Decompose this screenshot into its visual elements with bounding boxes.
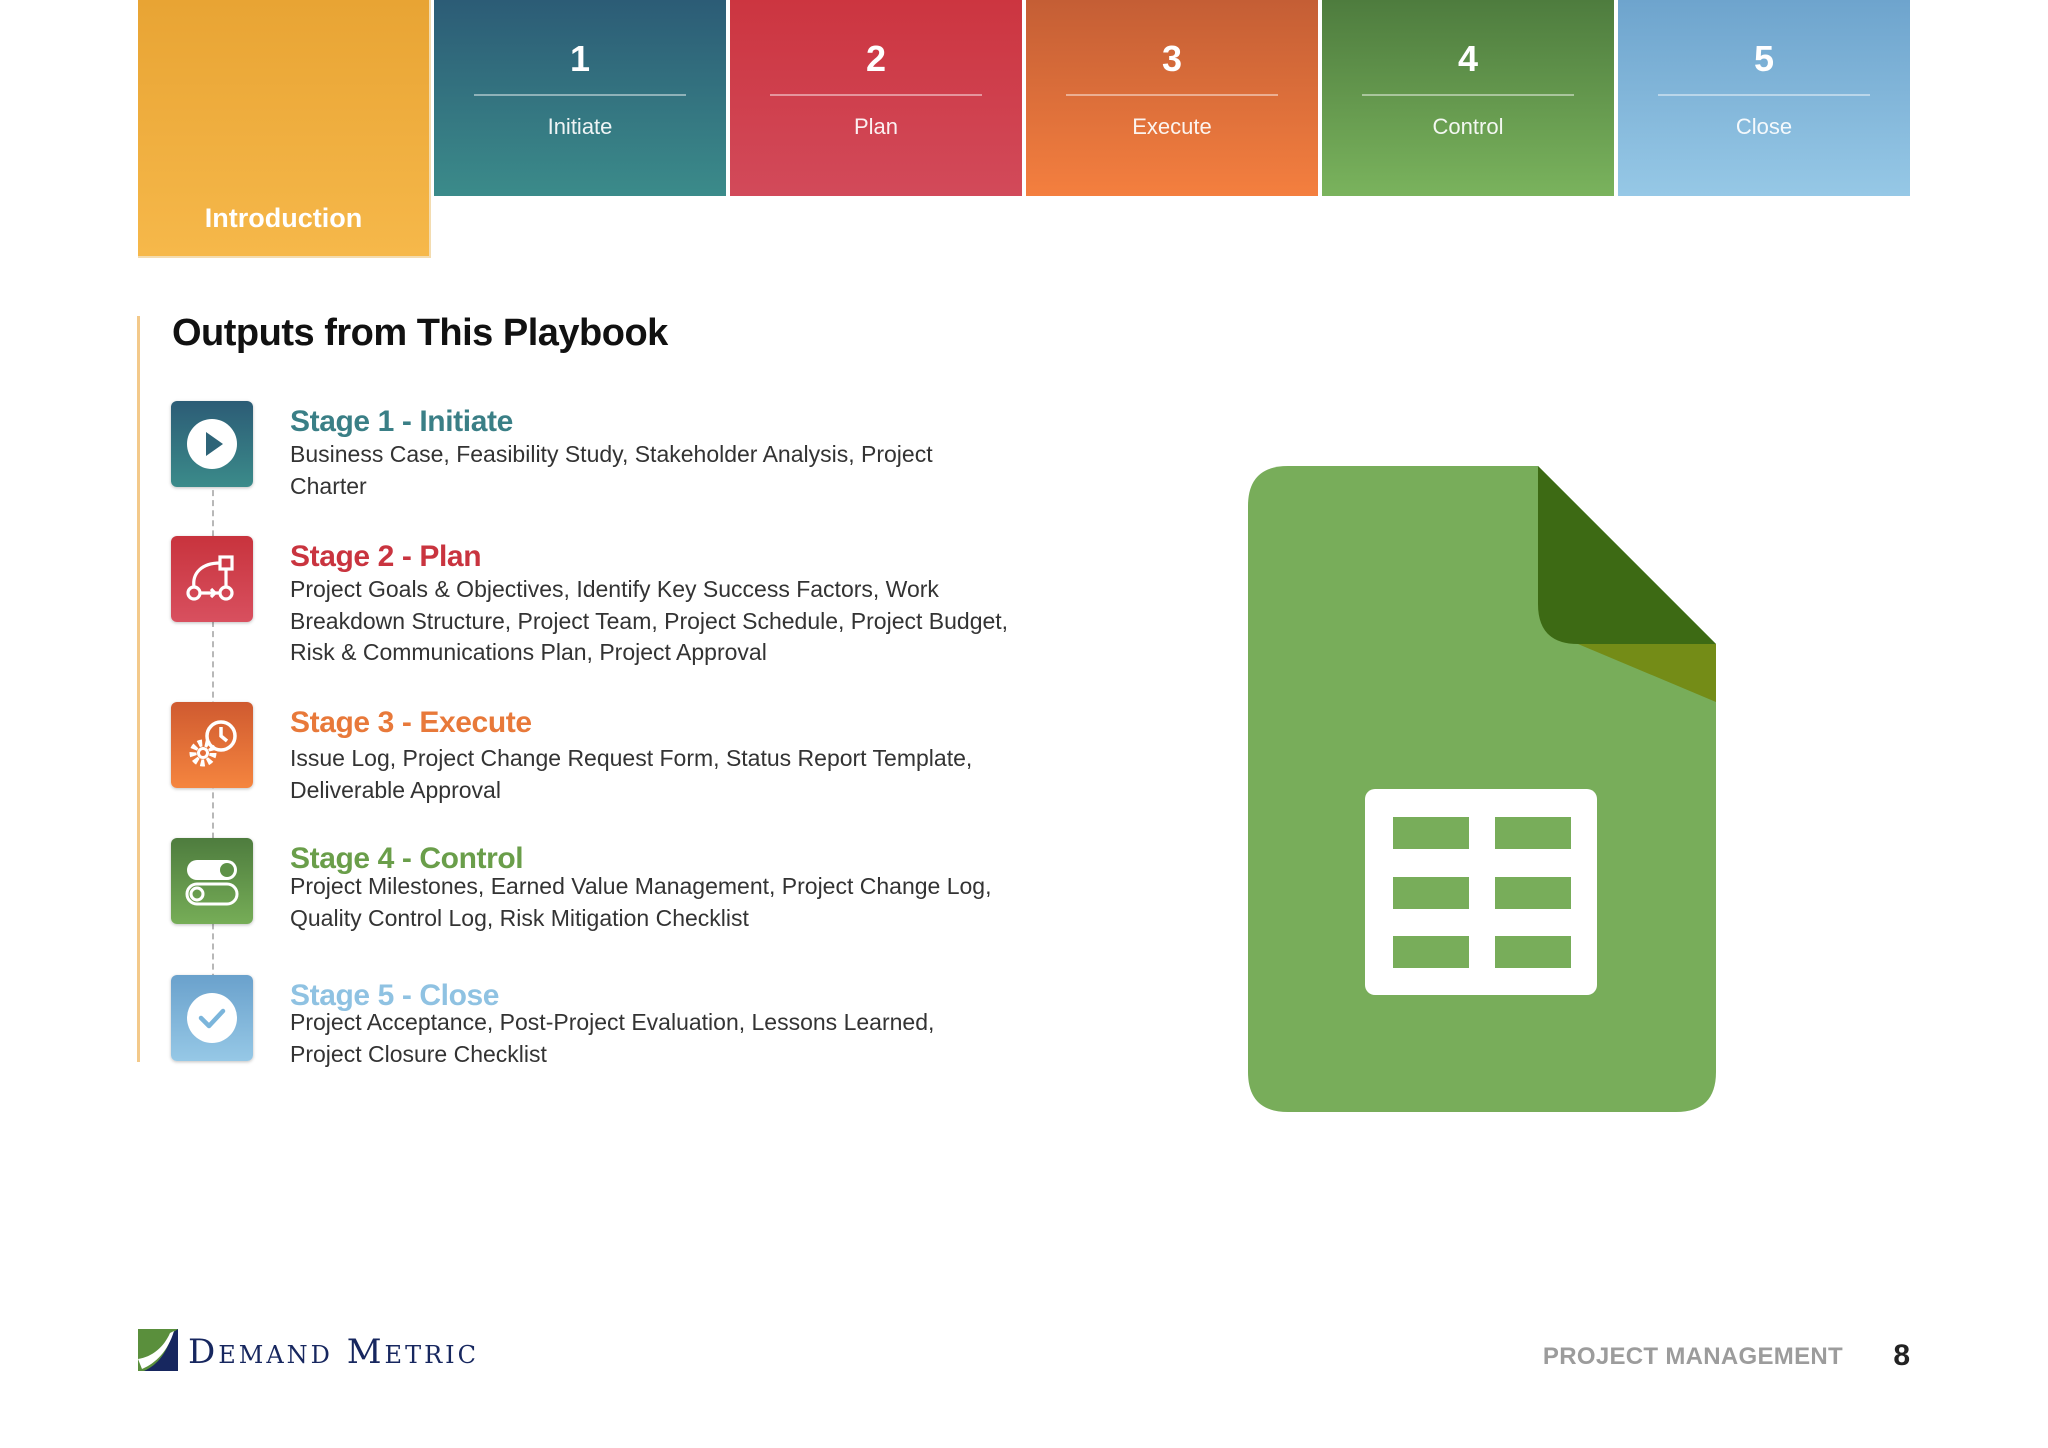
tab-stage-5[interactable]: 5 Close xyxy=(1618,0,1910,196)
stage-description: Project Acceptance, Post-Project Evaluat… xyxy=(290,1009,935,1067)
brand-mark-icon xyxy=(138,1328,178,1376)
tab-stage-2[interactable]: 2 Plan xyxy=(730,0,1022,196)
tab-number: 3 xyxy=(1161,38,1183,79)
tab-stage-3[interactable]: 3 Execute xyxy=(1026,0,1318,196)
gear-clock-icon xyxy=(171,702,253,788)
tab-number: 1 xyxy=(569,38,591,79)
tab-number: 5 xyxy=(1753,38,1775,79)
tab-stage-4[interactable]: 4 Control xyxy=(1322,0,1614,196)
tab-divider xyxy=(474,94,686,96)
tab-label: Control xyxy=(1432,114,1504,139)
tab-introduction[interactable]: Introduction xyxy=(138,0,431,258)
stage-description: Project Goals & Objectives, Identify Key… xyxy=(290,576,1009,665)
tab-label: Plan xyxy=(853,114,899,139)
tab-divider xyxy=(1066,94,1278,96)
spreadsheet-file-icon xyxy=(1248,466,1716,1112)
tab-label: Initiate xyxy=(547,114,613,139)
stage-description: Issue Log, Project Change Request Form, … xyxy=(290,745,973,803)
page-number: 8 xyxy=(1893,1339,1910,1372)
tab-number: 4 xyxy=(1457,38,1479,79)
tab-divider xyxy=(1658,94,1870,96)
stage-description: Business Case, Feasibility Study, Stakeh… xyxy=(290,441,933,499)
tab-number: 2 xyxy=(865,38,887,79)
brand-logo[interactable]: Demand Metric xyxy=(138,1328,479,1376)
stage-title: Stage 3 - Execute xyxy=(290,706,532,739)
tab-label: Close xyxy=(1735,114,1793,139)
workflow-icon xyxy=(171,536,253,622)
checkmark-icon xyxy=(171,975,253,1061)
stage-description: Project Milestones, Earned Value Managem… xyxy=(290,873,992,931)
brand-name: Demand Metric xyxy=(188,1332,479,1372)
tab-divider xyxy=(770,94,982,96)
page-title: Outputs from This Playbook xyxy=(172,312,668,354)
tab-introduction-label: Introduction xyxy=(204,203,363,233)
tab-label: Execute xyxy=(1132,114,1212,139)
tab-divider xyxy=(1362,94,1574,96)
section-accent-bar xyxy=(137,316,140,1062)
tab-stage-1[interactable]: 1 Initiate xyxy=(434,0,726,196)
stage-title: Stage 2 - Plan xyxy=(290,540,482,573)
footer-section-label: PROJECT MANAGEMENT xyxy=(1542,1343,1843,1370)
toggle-icon xyxy=(171,838,253,924)
stage-title: Stage 1 - Initiate xyxy=(290,405,513,438)
play-icon xyxy=(171,401,253,487)
